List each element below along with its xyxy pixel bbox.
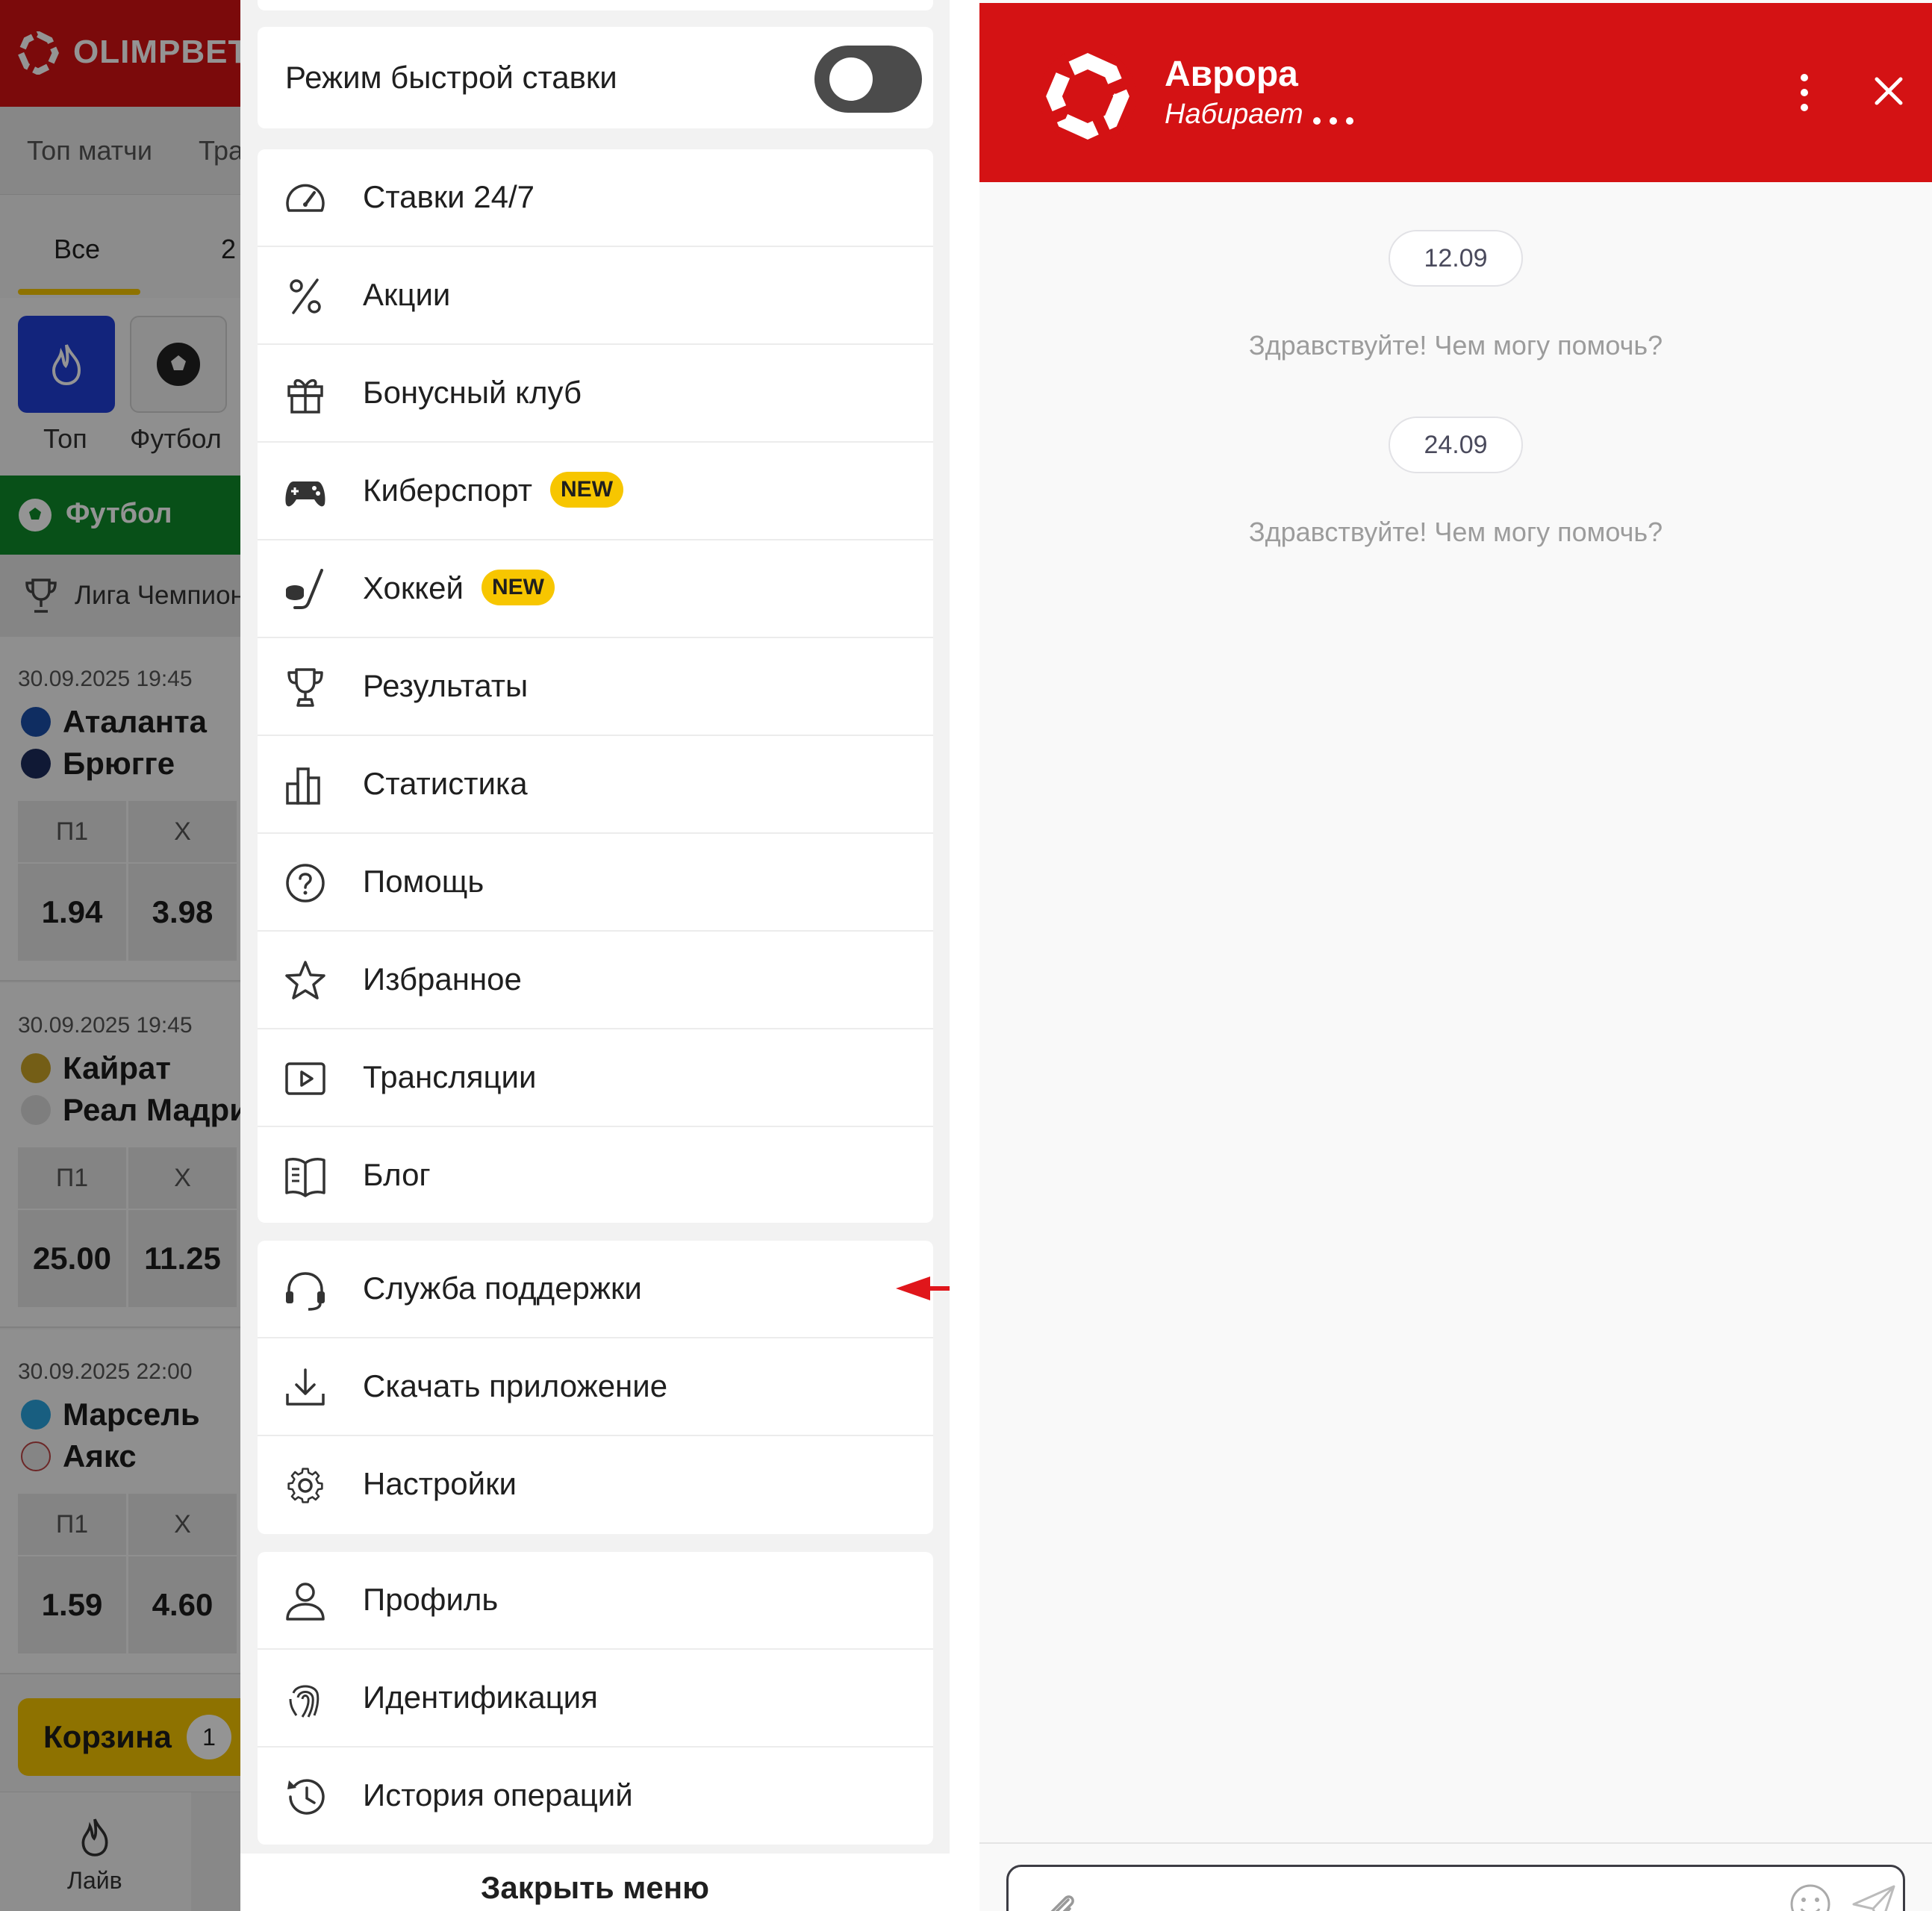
- red-arrow-annotation: [896, 1276, 950, 1300]
- menu-item-label: Статистика: [363, 766, 528, 801]
- book-icon: [285, 1158, 325, 1197]
- agent-name: Аврора: [1165, 54, 1298, 94]
- menu-item-profile[interactable]: Профиль: [258, 1552, 933, 1650]
- menu-item-label: Служба поддержки: [363, 1271, 642, 1306]
- menu-item-favorites[interactable]: Избранное: [258, 932, 933, 1029]
- menu-item-history[interactable]: История операций: [258, 1748, 933, 1845]
- menu-item-promotions[interactable]: Акции: [258, 247, 933, 345]
- agent-status: Набирает: [1165, 99, 1303, 130]
- menu-card-remnant: [258, 0, 933, 10]
- menu-group-main: Ставки 24/7 Акции Бонусный клуб Киберспо…: [258, 149, 933, 1223]
- menu-item-help[interactable]: Помощь: [258, 834, 933, 932]
- gamepad-icon: [285, 481, 325, 507]
- trophy-icon: [287, 668, 323, 707]
- menu-item-label: Трансляции: [363, 1059, 537, 1094]
- percent-icon: [290, 278, 321, 314]
- menu-item-text: Хоккей: [363, 570, 464, 605]
- menu-item-statistics[interactable]: Статистика: [258, 736, 933, 834]
- gift-icon: [287, 378, 323, 414]
- menu-item-results[interactable]: Результаты: [258, 638, 933, 736]
- menu-item-label: Избранное: [363, 961, 522, 997]
- menu-item-label: Киберспорт NEW: [363, 471, 624, 511]
- date-separator: 12.09: [1389, 230, 1523, 287]
- menu-item-text: Киберспорт: [363, 473, 533, 508]
- menu-item-label: Ставки 24/7: [363, 179, 535, 214]
- olimpbet-logo-icon: [1046, 53, 1129, 140]
- menu-item-esports[interactable]: Киберспорт NEW: [258, 443, 933, 540]
- menu-item-bets-24-7[interactable]: Ставки 24/7: [258, 149, 933, 247]
- menu-item-settings[interactable]: Настройки: [258, 1436, 933, 1534]
- background-betting-app: OLIMPBET Топ матчи Трансляции Все 2 Топ …: [0, 0, 240, 1911]
- menu-item-download-app[interactable]: Скачать приложение: [258, 1338, 933, 1436]
- date-separator: 24.09: [1389, 417, 1523, 473]
- help-circle-icon: [286, 864, 325, 902]
- menu-item-label: Помощь: [363, 864, 484, 899]
- chat-header: Аврора Набирает: [979, 3, 1932, 182]
- close-menu-label: Закрыть меню: [481, 1870, 709, 1905]
- bot-message: Здравствуйте! Чем могу помочь?: [1248, 330, 1663, 361]
- emoji-icon[interactable]: [1788, 1882, 1833, 1911]
- menu-item-label: Настройки: [363, 1466, 517, 1501]
- bar-chart-icon: [286, 767, 320, 805]
- headset-icon: [286, 1272, 325, 1311]
- menu-item-hockey[interactable]: Хоккей NEW: [258, 540, 933, 638]
- menu-item-label: Скачать приложение: [363, 1368, 668, 1403]
- side-menu: Режим быстрой ставки Ставки 24/7 Акции Б…: [240, 0, 950, 1911]
- gear-icon: [287, 1468, 323, 1503]
- menu-item-label: История операций: [363, 1777, 633, 1812]
- message-input[interactable]: [1006, 1865, 1905, 1911]
- menu-item-bonus-club[interactable]: Бонусный клуб: [258, 345, 933, 443]
- menu-item-label: Идентификация: [363, 1680, 598, 1715]
- agent-avatar: [1039, 48, 1136, 145]
- menu-item-label: Бонусный клуб: [363, 375, 582, 410]
- new-badge: NEW: [550, 471, 624, 508]
- download-icon: [286, 1368, 325, 1406]
- menu-item-blog[interactable]: Блог: [258, 1127, 933, 1223]
- menu-item-label: Акции: [363, 277, 451, 312]
- quick-bet-card: Режим быстрой ставки: [258, 27, 933, 128]
- hockey-icon: [286, 569, 323, 609]
- play-icon: [285, 1062, 325, 1095]
- fingerprint-icon: [289, 1685, 320, 1718]
- close-icon[interactable]: [1865, 67, 1913, 115]
- menu-item-label: Результаты: [363, 668, 529, 703]
- speedometer-icon: [286, 184, 325, 212]
- support-chat-panel: Аврора Набирает 12.09 Здравствуйте! Чем …: [979, 0, 1932, 1911]
- modal-overlay[interactable]: [0, 0, 240, 1911]
- menu-item-broadcasts[interactable]: Трансляции: [258, 1029, 933, 1127]
- menu-group-account: Профиль Идентификация История операций: [258, 1552, 933, 1845]
- menu-item-support[interactable]: Служба поддержки: [258, 1241, 933, 1338]
- typing-dots-icon: [1313, 117, 1353, 125]
- more-options-icon[interactable]: [1786, 70, 1823, 115]
- quick-bet-toggle[interactable]: [814, 46, 922, 113]
- user-icon: [286, 1583, 325, 1621]
- toggle-knob: [829, 57, 873, 101]
- star-icon: [285, 961, 325, 1000]
- menu-group-support: Служба поддержки Скачать приложение Наст…: [258, 1241, 933, 1534]
- close-menu-button[interactable]: Закрыть меню: [240, 1854, 950, 1911]
- quick-bet-label: Режим быстрой ставки: [285, 60, 617, 95]
- menu-item-label: Профиль: [363, 1582, 499, 1617]
- bot-message: Здравствуйте! Чем могу помочь?: [1248, 517, 1663, 547]
- menu-item-identification[interactable]: Идентификация: [258, 1650, 933, 1748]
- menu-item-label: Хоккей NEW: [363, 569, 555, 608]
- chat-input-area: [979, 1842, 1932, 1911]
- send-icon[interactable]: [1851, 1883, 1897, 1911]
- paperclip-icon[interactable]: [1038, 1889, 1083, 1911]
- new-badge: NEW: [481, 569, 555, 605]
- menu-item-label: Блог: [363, 1157, 431, 1192]
- history-icon: [287, 1779, 325, 1815]
